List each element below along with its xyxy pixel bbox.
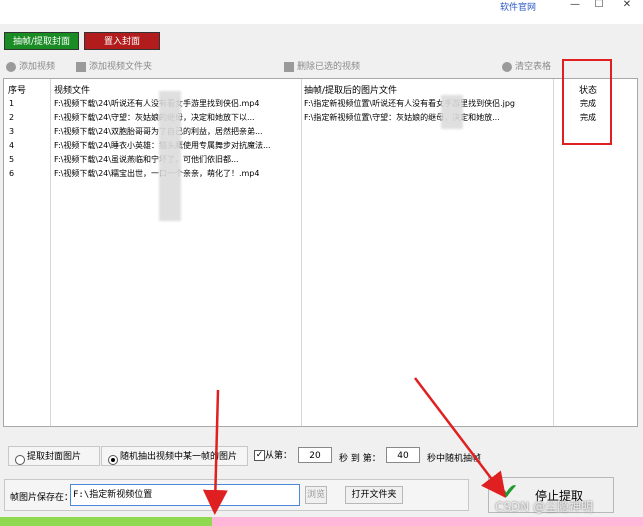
arrow-to-save-path xyxy=(202,389,228,515)
annotation-arrows xyxy=(202,377,507,515)
arrow-to-stop-button xyxy=(414,377,507,498)
